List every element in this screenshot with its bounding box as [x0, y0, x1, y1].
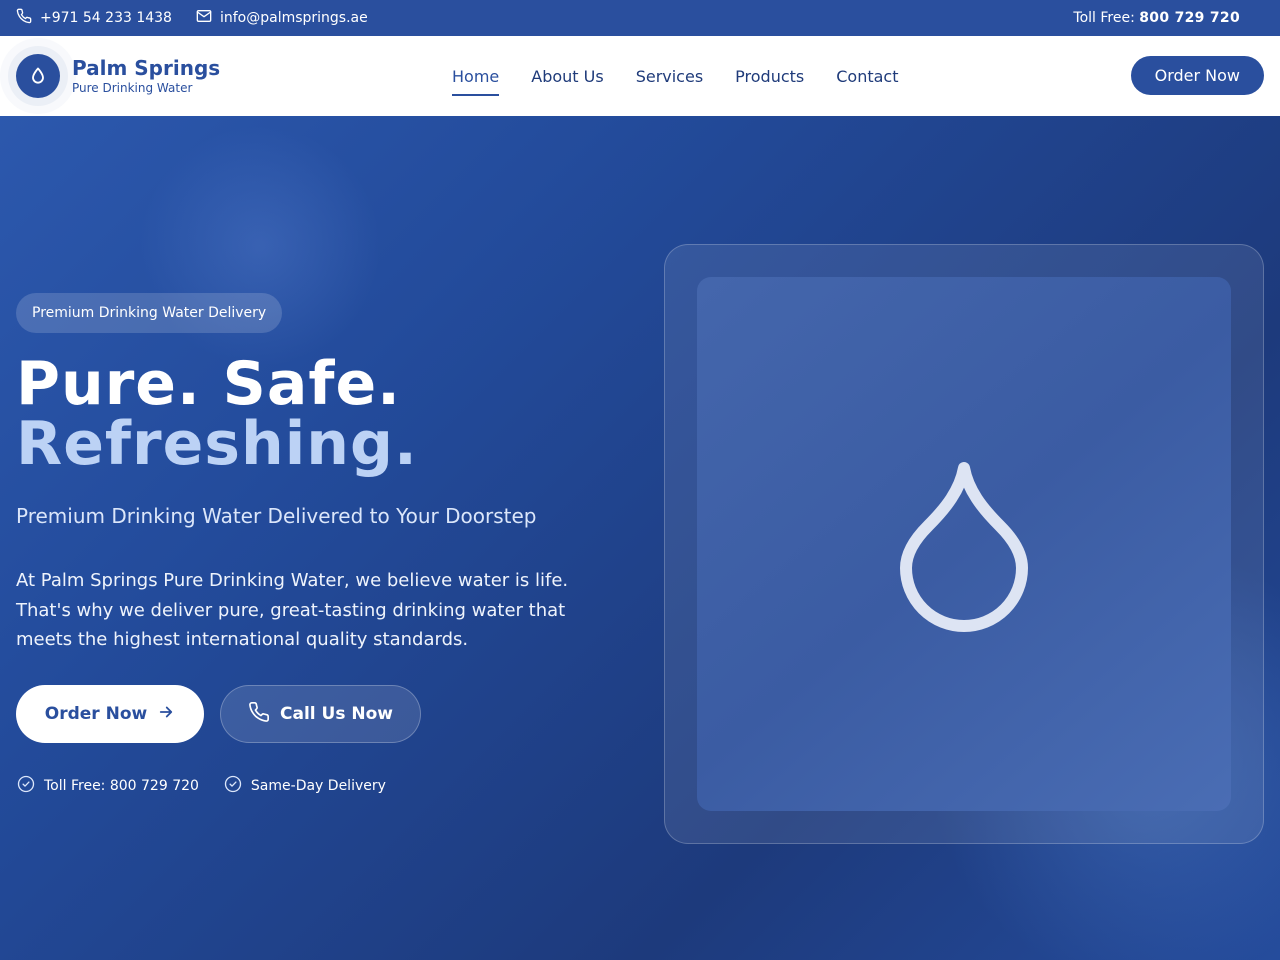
water-drop-icon	[16, 54, 60, 98]
order-now-label: Order Now	[44, 704, 148, 724]
call-us-label: Call Us Now	[280, 704, 393, 724]
water-drop-outline-icon	[900, 460, 1028, 632]
hero-subtitle: Premium Drinking Water Delivered to Your…	[16, 504, 537, 528]
feature-same-day: Same-Day Delivery	[223, 774, 386, 798]
hero-image-card	[664, 244, 1264, 844]
nav-products[interactable]: Products	[735, 63, 804, 90]
main-nav: Home About Us Services Products Contact	[452, 36, 899, 116]
phone-icon	[248, 701, 270, 728]
check-circle-icon	[16, 774, 36, 798]
top-bar: +971 54 233 1438 info@palmsprings.ae Tol…	[0, 0, 1280, 36]
hero-description: At Palm Springs Pure Drinking Water, we …	[16, 570, 569, 650]
hero-order-now-button[interactable]: Order Now	[16, 685, 204, 743]
hero-features: Toll Free: 800 729 720 Same-Day Delivery	[16, 774, 386, 798]
arrow-right-icon	[157, 703, 175, 726]
topbar-phone[interactable]: +971 54 233 1438	[16, 8, 172, 28]
hero-section: Premium Drinking Water Delivery Pure. Sa…	[0, 116, 1280, 960]
nav-services[interactable]: Services	[636, 63, 703, 90]
hero-title-line2: Refreshing.	[16, 409, 418, 479]
hero-call-us-button[interactable]: Call Us Now	[220, 685, 421, 743]
mail-icon	[196, 8, 212, 28]
nav-home[interactable]: Home	[452, 63, 500, 96]
topbar-email[interactable]: info@palmsprings.ae	[196, 8, 368, 28]
phone-icon	[16, 8, 32, 28]
topbar-email-text: info@palmsprings.ae	[219, 10, 368, 26]
site-header: Palm Springs Pure Drinking Water Home Ab…	[0, 36, 1280, 116]
feature-same-day-text: Same-Day Delivery	[250, 778, 386, 794]
feature-toll-free: Toll Free: 800 729 720	[16, 774, 199, 798]
nav-contact[interactable]: Contact	[836, 63, 898, 90]
logo[interactable]: Palm Springs Pure Drinking Water	[16, 54, 220, 98]
nav-about-us[interactable]: About Us	[531, 63, 603, 90]
toll-free-label: Toll Free:	[1073, 10, 1135, 26]
check-circle-icon	[223, 774, 243, 798]
hero-image-placeholder	[697, 277, 1231, 811]
hero-badge: Premium Drinking Water Delivery	[16, 293, 283, 333]
brand-tagline: Pure Drinking Water	[72, 81, 193, 95]
header-order-button[interactable]: Order Now	[1130, 56, 1264, 95]
topbar-phone-text: +971 54 233 1438	[40, 10, 172, 26]
topbar-toll-free: Toll Free: 800 729 720	[1073, 10, 1240, 26]
brand-name: Palm Springs	[72, 56, 221, 80]
toll-free-number[interactable]: 800 729 720	[1139, 10, 1240, 26]
hero-title: Pure. Safe. Refreshing.	[16, 354, 418, 474]
feature-toll-free-text: Toll Free: 800 729 720	[44, 778, 199, 794]
